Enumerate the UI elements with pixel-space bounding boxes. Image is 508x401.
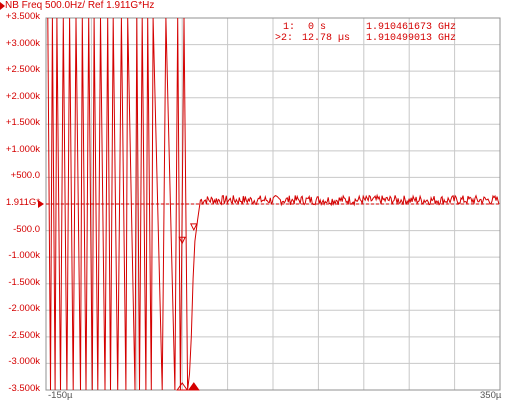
y-tick-label: +500.0 bbox=[10, 170, 40, 182]
y-tick-label: -2.000k bbox=[8, 303, 40, 315]
plot-area[interactable] bbox=[0, 0, 508, 400]
y-tick-label: -1.500k bbox=[8, 276, 40, 288]
y-tick-label: 1.911G* bbox=[5, 197, 40, 208]
spectrum-analyzer-display: NB Freq 500.0Hz/ Ref 1.911G*Hz +3.500k +3… bbox=[0, 0, 508, 401]
marker-1-id: 1: bbox=[283, 22, 296, 33]
x-tick-label: 350µ bbox=[480, 390, 502, 401]
marker-2-id: >2: bbox=[275, 33, 294, 44]
y-tick-label: -2.500k bbox=[8, 329, 40, 341]
marker-2-trace-icon bbox=[189, 223, 198, 232]
y-tick-label: +2.000k bbox=[5, 90, 40, 102]
marker-1-time: 0 s bbox=[308, 22, 327, 33]
y-tick-label: -1.000k bbox=[8, 250, 40, 262]
marker-1-readout: 1: bbox=[283, 22, 295, 33]
y-tick-label: -3.000k bbox=[8, 356, 40, 368]
marker-2-time: 12.78 µs bbox=[302, 33, 351, 44]
y-tick-label: +3.500k bbox=[5, 11, 40, 22]
marker-1-freq: 1.910461673 GHz bbox=[366, 22, 457, 33]
y-tick-label: -3.500k bbox=[8, 383, 40, 394]
marker-2-icon bbox=[187, 382, 200, 391]
y-tick-label: +2.500k bbox=[5, 64, 40, 76]
y-tick-label: +1.000k bbox=[5, 143, 40, 155]
y-tick-label: +3.000k bbox=[5, 37, 40, 49]
x-tick-label: -150µ bbox=[48, 390, 73, 401]
y-tick-label: +1.500k bbox=[5, 117, 40, 129]
marker-2-freq: 1.910499013 GHz bbox=[366, 33, 457, 44]
y-tick-label: -500.0 bbox=[13, 223, 40, 235]
